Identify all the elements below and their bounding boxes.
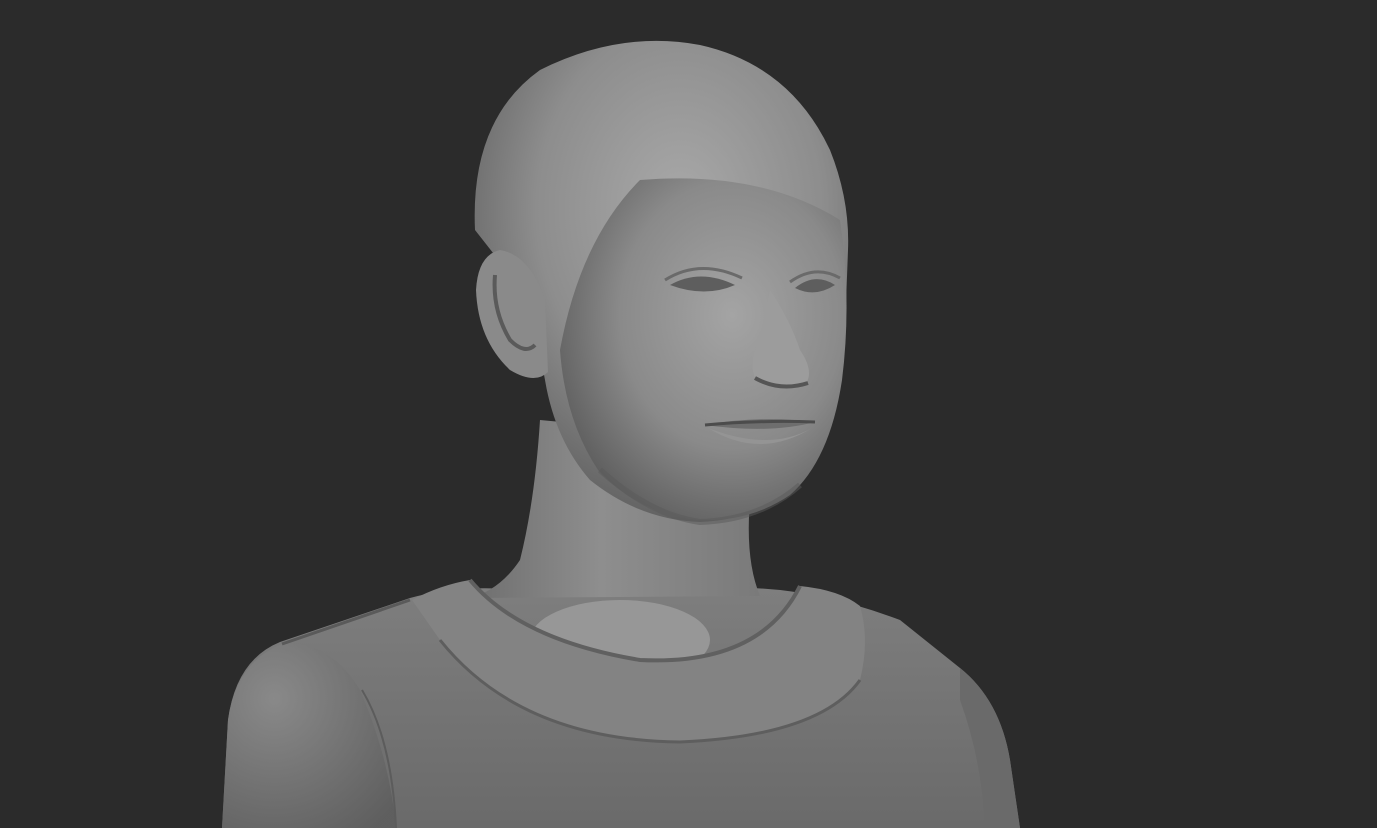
bust-render	[222, 40, 1020, 828]
sculpt-viewport	[0, 0, 1377, 828]
